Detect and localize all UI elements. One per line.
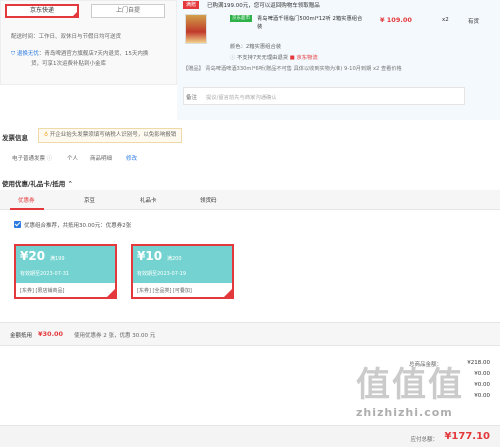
service-line: ⓘ 不支持7天无理由退货 ■ 京东物流	[230, 53, 318, 61]
discount-summary-bar: 金额抵用 ¥30.00 使用优惠券 2 张，优惠 30.00 元	[0, 322, 500, 346]
jd-supermarket-badge: 京东超市	[230, 15, 252, 22]
watermark-site: zhizhizhi.com	[356, 406, 453, 419]
discount-value: ¥30.00	[38, 330, 64, 338]
stock-status: 有货	[468, 19, 480, 25]
coupon-tabs: 优惠券 京豆 礼品卡 领货码	[0, 190, 500, 210]
jd-logistics-text: 京东物流	[296, 55, 318, 61]
returns-text-2: 货，可享1次运费补贴到小金库	[31, 61, 107, 67]
delivery-time: 配送时间：工作日、双休日与节假日均可送货	[11, 32, 121, 40]
coupon-card[interactable]: ¥10 满200 有效期至2023-07-19 [东券] [全品类] [可叠加]	[131, 244, 234, 299]
promo-text[interactable]: 已购满199.00元，您可以返回购物车领取赠品	[207, 1, 320, 9]
discount-summary: 使用优惠券 2 张，优惠 30.00 元	[74, 333, 156, 339]
payable-bar: 应付总额： ¥177.10	[0, 425, 500, 447]
invoice-edit-link[interactable]: 修改	[126, 154, 137, 162]
product-price: ¥ 109.00	[380, 16, 412, 24]
product-color: 颜色：2箱实惠组合装	[230, 44, 282, 50]
returns-info: ⛉ 退换无忧：青岛啤酒官方旗舰店7天内退货、15天内换	[11, 49, 148, 58]
remark-placeholder: 提议/留言前先与商家沟通确认	[206, 95, 277, 101]
product-quantity: x2	[442, 17, 449, 23]
invoice-type: 电子普通发票 ⓘ	[12, 154, 52, 162]
discount-label: 金额抵用	[10, 333, 33, 339]
tab-jd-beans[interactable]: 京豆	[84, 196, 95, 204]
invoice-title: 发票信息	[2, 134, 28, 142]
tab-self-pickup[interactable]: 上门自提	[91, 4, 165, 18]
no-return-text: 不支持7天无理由退货	[237, 55, 289, 61]
info-icon: ⓘ	[230, 55, 236, 61]
payable-label: 应付总额：	[410, 437, 438, 443]
coupon-amount: ¥10	[137, 249, 163, 263]
coupon-amount: ¥20	[20, 249, 46, 263]
invoice-title-type: 个人	[67, 156, 79, 162]
coupon-expiry: 有效期至2023-07-19	[137, 271, 187, 277]
coupons-title[interactable]: 使用优惠/礼品卡/抵用 ⌃	[2, 178, 73, 188]
tab-gift-card[interactable]: 礼品卡	[140, 196, 157, 204]
lightbulb-icon: ♁	[44, 132, 49, 138]
coupon-face: ¥10 满200 有效期至2023-07-19	[133, 246, 232, 283]
watermark: 值值值 zhizhizhi.com	[356, 364, 500, 424]
combo-text: 优惠组合推荐，共抵用30.00元：优惠券2张	[24, 223, 132, 229]
coupon-card[interactable]: ¥20 满199 有效期至2023-07-31 [东券] [限店铺商品]	[14, 244, 117, 299]
payable-value: ¥177.10	[444, 431, 490, 442]
gift-line: 【赠品】 青岛啤酒啤酒330ml*6听(赠品不可售 具体以收到实物为准) 9-1…	[183, 66, 402, 72]
invoice-tip: ♁ 开企业抬头发票须填写纳税人识别号，以免影响报销	[38, 128, 183, 143]
invoice-tip-text: 开企业抬头发票须填写纳税人识别号，以免影响报销	[49, 132, 177, 138]
jd-logistics-icon: ■	[289, 55, 295, 61]
tab-redeem-code[interactable]: 领货码	[200, 196, 217, 204]
coupon-tags: [东券] [限店铺商品]	[20, 288, 65, 294]
combo-checkbox[interactable]	[14, 221, 21, 228]
shield-icon: ⛉	[11, 51, 16, 57]
tab-coupons[interactable]: 优惠券	[18, 196, 35, 204]
returns-text-1: ：青岛啤酒官方旗舰店7天内退货、15天内换	[38, 51, 149, 57]
coupon-expiry: 有效期至2023-07-31	[20, 271, 70, 277]
help-icon[interactable]: ⓘ	[47, 156, 53, 162]
chevron-up-icon: ⌃	[67, 180, 73, 188]
coupon-face: ¥20 满199 有效期至2023-07-31	[16, 246, 115, 283]
coupon-condition: 满199	[50, 256, 65, 262]
product-image[interactable]	[185, 14, 207, 44]
invoice-content: 商品明细	[90, 156, 113, 162]
tab-jd-express[interactable]: 京东快递	[5, 4, 79, 18]
promo-tag: 满赠	[183, 1, 200, 9]
product-title[interactable]: 青岛啤酒千禧临门500ml*12听 2箱实惠组合装	[257, 15, 367, 31]
watermark-brand: 值值值	[356, 365, 464, 405]
coupon-tags: [东券] [全品类] [可叠加]	[137, 288, 192, 294]
coupon-condition: 满200	[167, 256, 182, 262]
delivery-time-value: 工作日、双休日与节假日均可送货	[38, 34, 122, 40]
cart-panel: 满赠 已购满199.00元，您可以返回购物车领取赠品 京东超市 青岛啤酒千禧临门…	[177, 0, 500, 120]
shipping-panel: 京东快递 上门自提 配送时间：工作日、双休日与节假日均可送货 ⛉ 退换无忧：青岛…	[0, 0, 177, 85]
invoice-type-label: 电子普通发票	[12, 156, 46, 162]
remark-field[interactable]: 备注 提议/留言前先与商家沟通确认	[183, 87, 465, 105]
coupons-title-text: 使用优惠/礼品卡/抵用	[2, 180, 66, 188]
remark-label: 备注	[186, 95, 198, 101]
returns-tag: 退换无忧	[16, 51, 39, 57]
delivery-time-label: 配送时间：	[11, 34, 39, 40]
